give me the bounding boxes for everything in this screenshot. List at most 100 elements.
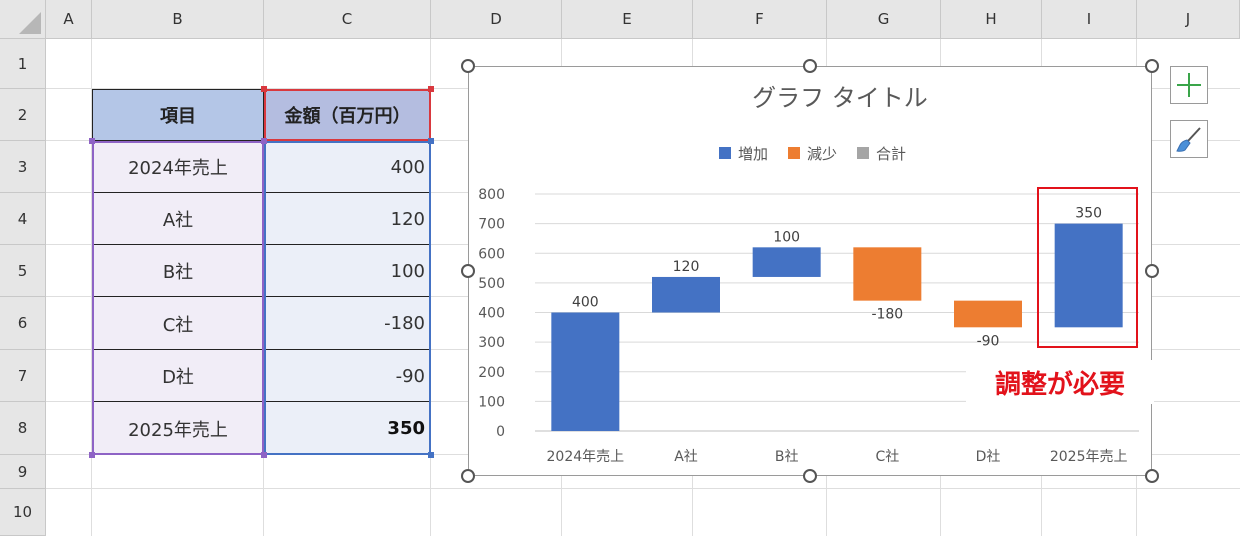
chart-title[interactable]: グラフ タイトル [752,84,928,112]
resize-handle[interactable] [461,59,475,73]
x-tick-label: D社 [976,449,1001,465]
column-header-e[interactable]: E [562,0,693,39]
range-corner-handle[interactable] [428,86,434,92]
legend-label: 減少 [807,145,837,163]
bar-2[interactable] [752,247,821,277]
row-header-1[interactable]: 1 [0,39,46,89]
legend-swatch [857,147,869,159]
item-cell[interactable]: D社 [92,350,264,402]
legend-swatch [719,147,731,159]
column-header-d[interactable]: D [431,0,562,39]
y-tick-label: 300 [478,335,505,351]
range-corner-handle[interactable] [89,138,95,144]
item-cell[interactable]: C社 [92,297,264,350]
column-header-c[interactable]: C [264,0,431,39]
data-labels[interactable]: 400120100-180-90350 [572,206,1102,350]
data-label: 120 [673,259,700,275]
row-header-3[interactable]: 3 [0,141,46,193]
range-corner-handle[interactable] [261,452,267,458]
highlight-box [1037,187,1138,348]
row-header-9[interactable]: 9 [0,455,46,489]
row-header-10[interactable]: 10 [0,489,46,536]
y-tick-label: 0 [496,424,505,440]
column-header-a[interactable]: A [46,0,92,39]
item-cell[interactable]: 2025年売上 [92,402,264,455]
resize-handle[interactable] [461,469,475,483]
bar-1[interactable] [652,276,720,313]
data-label: -90 [977,333,1000,349]
row-border [92,244,431,245]
legend-label: 合計 [876,145,906,163]
column-header-g[interactable]: G [827,0,941,39]
item-cell[interactable]: B社 [92,245,264,297]
legend-label: 増加 [738,145,768,163]
row-border [92,401,431,402]
amount-cell[interactable]: 100 [264,245,431,297]
amount-cell[interactable]: 120 [264,193,431,245]
x-tick-label: 2025年売上 [1050,449,1128,465]
x-tick-label: 2024年売上 [547,449,625,465]
row-header-4[interactable]: 4 [0,193,46,245]
resize-handle[interactable] [1145,264,1159,278]
row-border [92,349,431,350]
column-header-f[interactable]: F [693,0,827,39]
annotation-note: 調整が必要 [966,360,1154,404]
chart-elements-button[interactable] [1170,66,1208,104]
data-label: -180 [871,307,903,323]
y-tick-label: 600 [478,246,505,262]
header-cell-amount[interactable]: 金額（百万円） [264,89,431,141]
range-corner-handle[interactable] [261,138,267,144]
row-header-7[interactable]: 7 [0,350,46,402]
range-corner-handle[interactable] [89,452,95,458]
row-border [92,296,431,297]
amount-cell[interactable]: -90 [264,350,431,402]
row-header-6[interactable]: 6 [0,297,46,350]
bar-4[interactable] [954,300,1022,328]
x-tick-label: A社 [674,449,698,465]
header-cell-item[interactable]: 項目 [92,89,264,141]
gridline [46,488,1240,489]
item-cell[interactable]: A社 [92,193,264,245]
y-tick-label: 200 [478,365,505,381]
data-label: 100 [773,229,800,245]
data-label: 400 [572,295,599,311]
range-corner-handle[interactable] [428,452,434,458]
amount-cell[interactable]: 400 [264,141,431,193]
resize-handle[interactable] [803,59,817,73]
row-header-5[interactable]: 5 [0,245,46,297]
y-tick-label: 100 [478,394,505,410]
row-border [92,192,431,193]
resize-handle[interactable] [1145,469,1159,483]
y-tick-label: 400 [478,306,505,322]
chart-styles-button[interactable] [1170,120,1208,158]
y-tick-label: 500 [478,276,505,292]
item-cell[interactable]: 2024年売上 [92,141,264,193]
range-corner-handle[interactable] [428,138,434,144]
plus-icon [1177,73,1201,97]
amount-cell[interactable]: -180 [264,297,431,350]
column-header-h[interactable]: H [941,0,1042,39]
row-header-2[interactable]: 2 [0,89,46,141]
y-axis[interactable]: 0 100 200 300 400 500 600 700 800 [478,187,505,440]
select-all-triangle-icon [19,12,41,34]
select-all-corner[interactable] [0,0,46,39]
x-axis[interactable]: 2024年売上 A社 B社 C社 D社 2025年売上 [547,449,1128,465]
amount-cell[interactable]: 350 [264,402,431,455]
column-header-b[interactable]: B [92,0,264,39]
legend-swatch [788,147,800,159]
x-tick-label: C社 [875,449,899,465]
column-header-i[interactable]: I [1042,0,1137,39]
resize-handle[interactable] [1145,59,1159,73]
resize-handle[interactable] [461,264,475,278]
y-tick-label: 700 [478,217,505,233]
y-tick-label: 800 [478,187,505,203]
row-header-8[interactable]: 8 [0,402,46,455]
bar-3[interactable] [853,247,922,301]
column-header-j[interactable]: J [1137,0,1240,39]
legend[interactable]: 増加 減少 合計 [719,145,906,163]
paintbrush-icon [1176,127,1201,152]
resize-handle[interactable] [803,469,817,483]
x-tick-label: B社 [775,449,799,465]
bar-0[interactable] [551,312,620,432]
range-corner-handle[interactable] [261,86,267,92]
